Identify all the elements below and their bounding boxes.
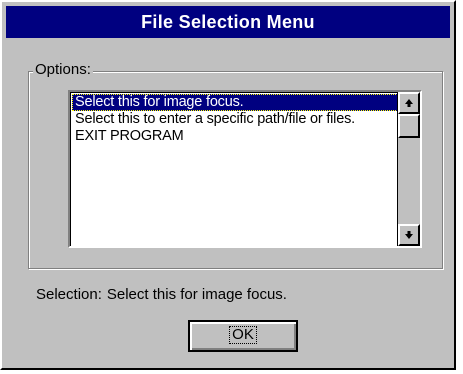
scroll-thumb[interactable] xyxy=(398,114,420,138)
options-group-label: Options: xyxy=(33,61,93,79)
scroll-down-button[interactable] xyxy=(398,224,420,246)
scroll-track[interactable] xyxy=(398,138,420,224)
ok-button[interactable]: OK xyxy=(188,320,298,352)
options-list: Select this for image focus. Select this… xyxy=(72,94,398,145)
arrow-down-icon xyxy=(405,231,413,239)
list-item-image-focus[interactable]: Select this for image focus. xyxy=(72,94,398,111)
listbox-scrollbar[interactable] xyxy=(397,92,420,246)
selection-label: Selection: xyxy=(36,286,102,303)
arrow-up-icon xyxy=(405,99,413,107)
scroll-up-button[interactable] xyxy=(398,92,420,114)
list-item-enter-path[interactable]: Select this to enter a specific path/fil… xyxy=(72,111,398,128)
dialog-title: File Selection Menu xyxy=(6,6,450,38)
options-listbox[interactable]: Select this for image focus. Select this… xyxy=(68,90,422,248)
selection-status: Selection: Select this for image focus. xyxy=(36,286,287,304)
ok-button-label: OK xyxy=(229,326,257,344)
selection-value: Select this for image focus. xyxy=(106,286,287,303)
list-item-exit-program[interactable]: EXIT PROGRAM xyxy=(72,128,398,145)
